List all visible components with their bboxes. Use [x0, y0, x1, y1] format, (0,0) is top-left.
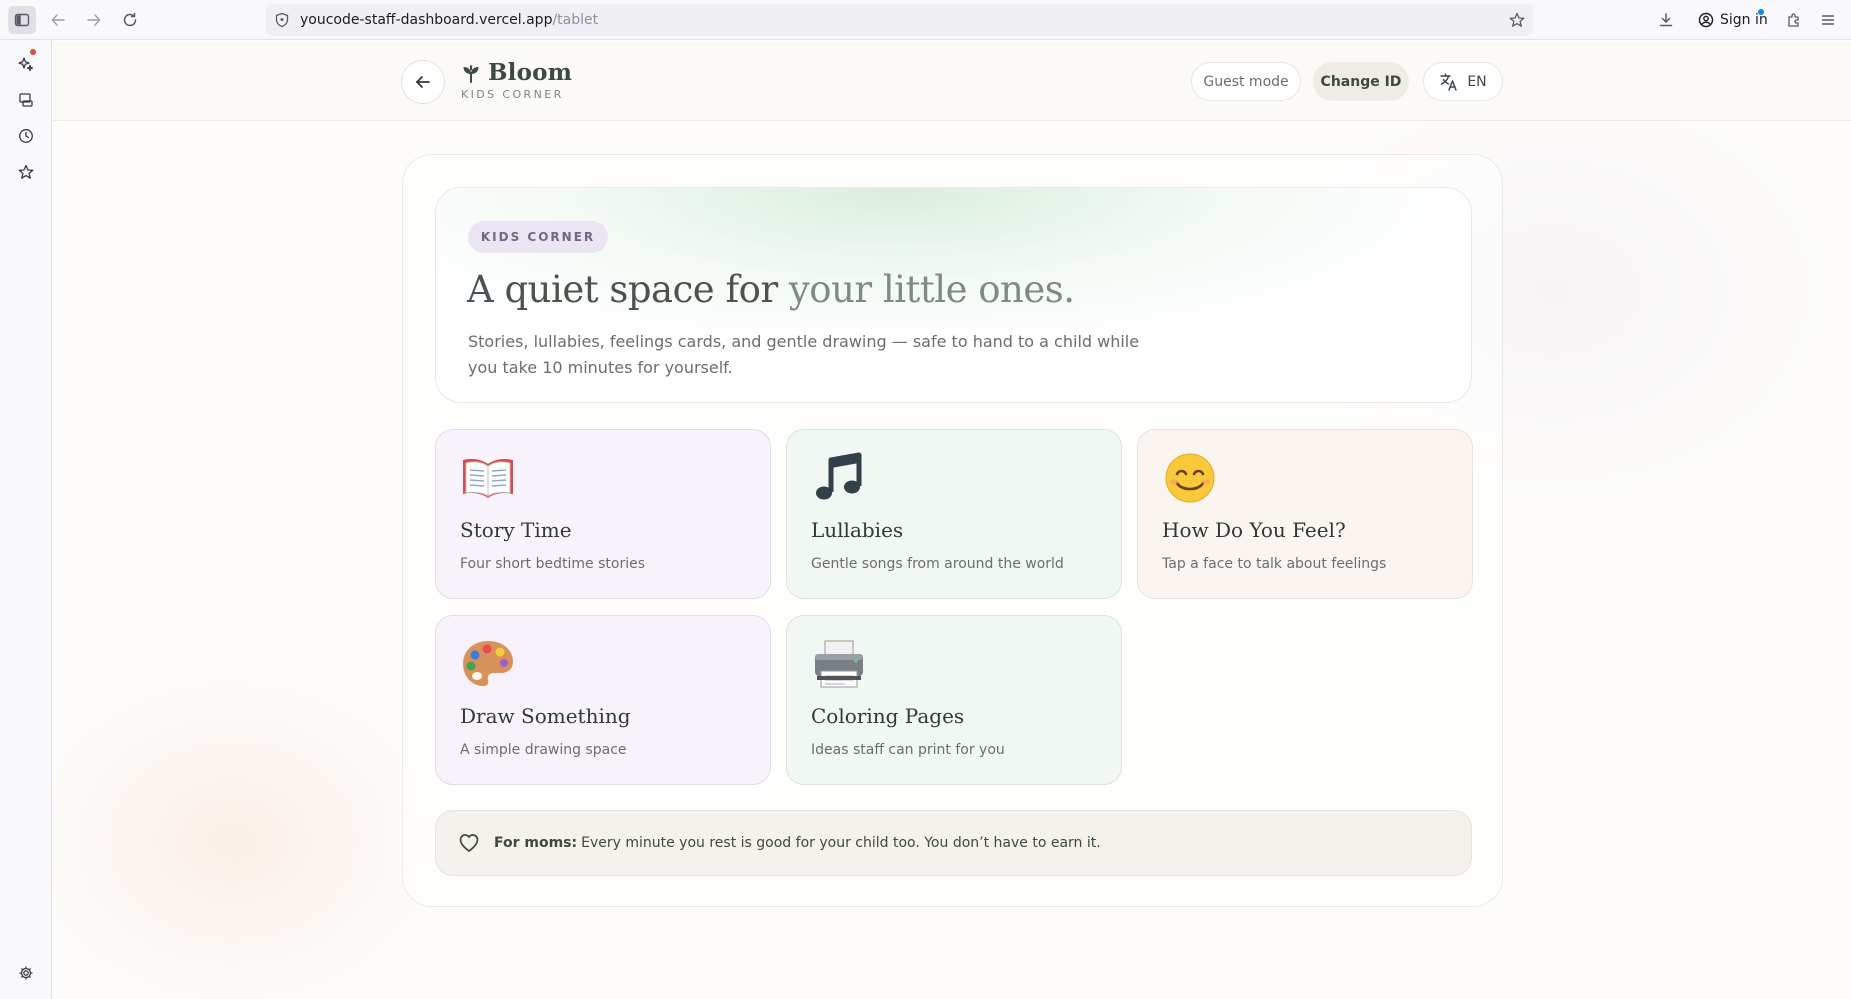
address-bar[interactable]: youcode-staff-dashboard.vercel.app/table… — [266, 4, 1533, 36]
mom-encouragement-note: For moms: Every minute you rest is good … — [435, 810, 1472, 876]
forward-arrow-icon[interactable] — [80, 6, 108, 34]
palette-icon — [463, 641, 513, 686]
card-title: Coloring Pages — [811, 704, 965, 728]
heart-icon — [459, 834, 479, 852]
downloads-icon[interactable] — [1652, 6, 1680, 34]
card-subtitle: Four short bedtime stories — [460, 556, 645, 572]
card-lullabies[interactable]: Lullabies Gentle songs from around the w… — [786, 429, 1122, 599]
smiling-face-icon — [1165, 453, 1215, 503]
card-story-time[interactable]: Story Time Four short bedtime stories — [435, 429, 771, 599]
sidebar-toggle-icon[interactable] — [8, 6, 36, 34]
card-draw-something[interactable]: Draw Something A simple drawing space — [435, 615, 771, 785]
title-part-1: A quiet space for — [467, 268, 778, 311]
bookmark-star-icon[interactable] — [1509, 12, 1525, 28]
site-info-shield-icon[interactable] — [274, 12, 290, 28]
card-title: How Do You Feel? — [1162, 518, 1346, 542]
card-coloring-pages[interactable]: Coloring Pages Ideas staff can print for… — [786, 615, 1122, 785]
language-switch-button[interactable]: EN — [1423, 62, 1503, 101]
account-icon — [1698, 12, 1714, 28]
extensions-puzzle-icon[interactable] — [1780, 6, 1808, 34]
browser-toolbar: youcode-staff-dashboard.vercel.app/table… — [0, 0, 1851, 40]
card-title: Draw Something — [460, 704, 631, 728]
page-viewport: Bloom KIDS CORNER Guest mode Change ID E… — [53, 41, 1851, 999]
music-note-icon — [816, 452, 862, 500]
card-subtitle: Tap a face to talk about feelings — [1162, 556, 1387, 572]
brand-name: Bloom — [488, 59, 573, 86]
ai-sparkle-icon[interactable] — [14, 49, 38, 76]
card-title: Lullabies — [811, 518, 904, 542]
arrow-left-icon — [416, 76, 430, 88]
back-arrow-icon[interactable] — [44, 6, 72, 34]
title-part-2: your little ones. — [788, 268, 1075, 311]
kids-corner-panel: KIDS CORNER A quiet space for your littl… — [402, 154, 1503, 907]
synced-tabs-icon[interactable] — [14, 88, 38, 112]
open-book-icon — [463, 459, 513, 498]
bookmarks-star-icon[interactable] — [14, 160, 38, 184]
note-label: For moms: — [494, 835, 578, 851]
url-text[interactable]: youcode-staff-dashboard.vercel.app/table… — [300, 4, 598, 36]
note-text: Every minute you rest is good for your c… — [581, 835, 1101, 851]
sign-in-button[interactable]: Sign in — [1690, 4, 1774, 36]
section-tag: KIDS CORNER — [468, 221, 608, 253]
brand-subtitle: KIDS CORNER — [461, 88, 564, 101]
settings-gear-icon[interactable] — [14, 961, 38, 985]
page-title: A quiet space for your little ones. — [467, 268, 1075, 311]
card-how-do-you-feel[interactable]: How Do You Feel? Tap a face to talk abou… — [1137, 429, 1473, 599]
notification-dot — [30, 49, 36, 55]
notification-dot — [1758, 9, 1764, 15]
url-path: /tablet — [552, 12, 599, 28]
language-code: EN — [1467, 73, 1487, 90]
menu-hamburger-icon[interactable] — [1814, 6, 1842, 34]
guest-mode-button[interactable]: Guest mode — [1191, 62, 1301, 101]
sprout-leaf-icon — [463, 64, 479, 83]
change-id-button[interactable]: Change ID — [1313, 62, 1409, 101]
card-subtitle: A simple drawing space — [460, 742, 627, 758]
card-subtitle: Gentle songs from around the world — [811, 556, 1064, 572]
back-button[interactable] — [401, 60, 445, 104]
hero-description: Stories, lullabies, feelings cards, and … — [468, 332, 1140, 377]
printer-icon — [815, 640, 863, 688]
hero-card: KIDS CORNER A quiet space for your littl… — [435, 187, 1472, 403]
browser-sidebar — [0, 40, 52, 999]
reload-icon[interactable] — [116, 6, 144, 34]
app-header: Bloom KIDS CORNER Guest mode Change ID E… — [53, 41, 1851, 121]
history-clock-icon[interactable] — [14, 124, 38, 148]
url-host: youcode-staff-dashboard.vercel.app — [300, 12, 553, 28]
card-subtitle: Ideas staff can print for you — [811, 742, 1005, 758]
card-title: Story Time — [460, 518, 572, 542]
translate-icon — [1440, 72, 1458, 91]
brand-logo: Bloom KIDS CORNER — [460, 59, 572, 101]
